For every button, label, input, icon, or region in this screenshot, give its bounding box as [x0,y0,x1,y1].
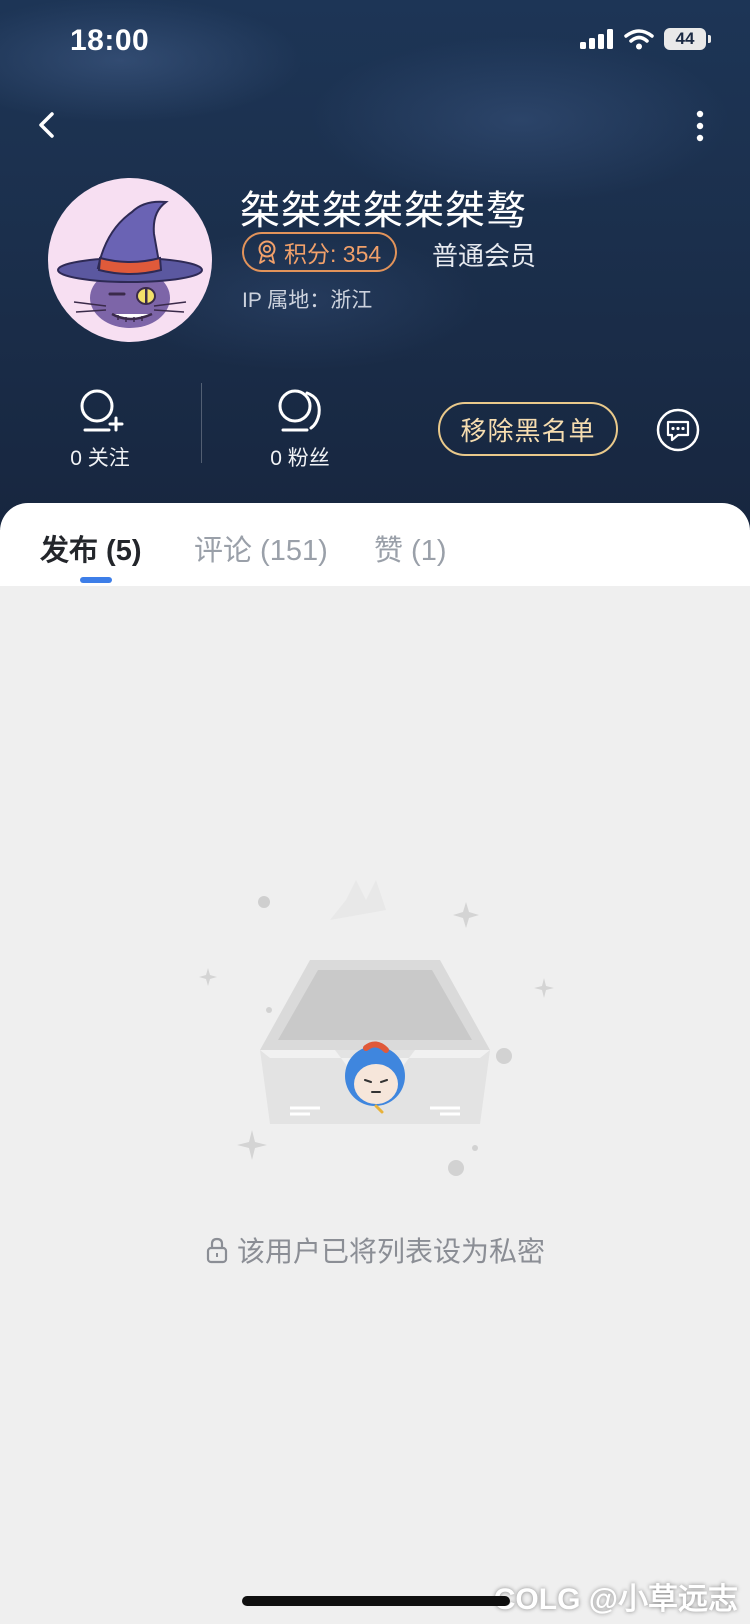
private-list-notice: 该用户已将列表设为私密 [0,1230,750,1270]
back-button[interactable] [32,108,62,142]
username: 桀桀桀桀桀桀骜 [240,189,527,233]
following-stat[interactable]: 0 关注 [40,388,160,472]
more-icon [696,110,704,142]
followers-count: 0 粉丝 [270,447,330,470]
status-icons: 44 [580,28,711,50]
followers-stat[interactable]: 0 粉丝 [240,388,360,472]
tab-posts[interactable]: 发布 (5) [40,527,142,569]
points-badge[interactable]: 积分: 354 [242,232,398,272]
more-button[interactable] [690,108,710,144]
tabs-panel: 发布 (5) 评论 (151) 赞 (1) [0,503,750,586]
empty-box-illustration [199,880,554,1176]
points-value: 积分: 354 [284,241,382,267]
medal-icon [258,240,276,264]
watermark: COLG @小草远志 [493,1583,738,1616]
followers-icon [278,389,321,432]
lock-icon [206,1237,228,1264]
message-icon [656,408,700,452]
message-button[interactable] [656,408,700,452]
home-indicator [242,1596,510,1606]
signal-icon [580,29,613,49]
ip-location: IP 属地：浙江 [242,289,373,312]
status-time: 18:00 [70,24,150,57]
member-level: 普通会员 [432,241,537,271]
tab-comments[interactable]: 评论 (151) [194,527,328,569]
stats-divider [201,383,202,463]
active-tab-indicator [80,577,112,583]
following-count: 0 关注 [70,447,130,470]
avatar[interactable] [48,178,212,342]
wifi-icon [624,29,654,50]
private-message-text: 该用户已将列表设为私密 [236,1236,545,1267]
remove-blacklist-button[interactable]: 移除黑名单 [438,402,618,456]
back-icon [39,112,54,138]
tab-likes[interactable]: 赞 (1) [374,527,447,569]
battery-indicator: 44 [664,28,711,50]
witch-cat-avatar-image [57,200,203,328]
follow-icon [80,389,124,432]
